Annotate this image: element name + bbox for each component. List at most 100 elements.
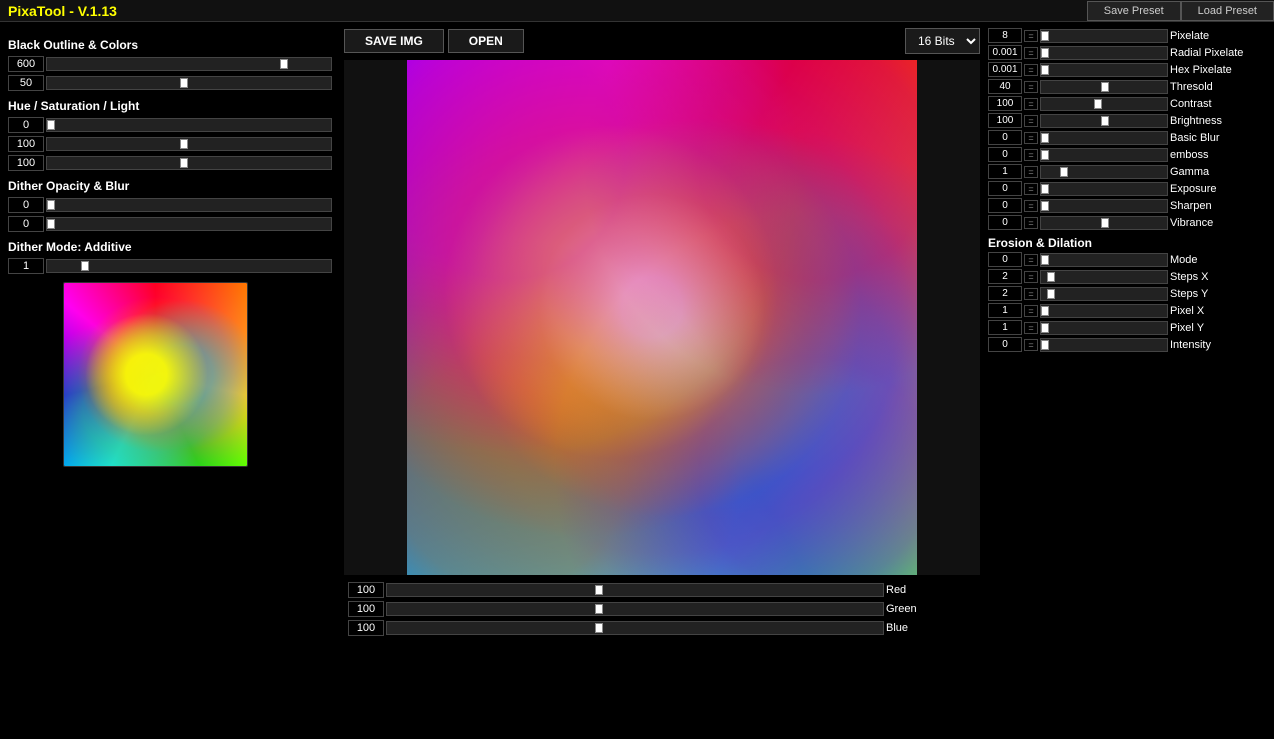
main-canvas-image [407,60,917,575]
green-track[interactable] [386,602,884,616]
erosion-label-0: Mode [1170,254,1270,266]
black-outline-track-1[interactable] [46,57,332,71]
hue-thumb [47,120,55,130]
erosion-sliders: =Mode=Steps X=Steps Y=Pixel X=Pixel Y=In… [988,252,1270,352]
effect-eq-8: = [1024,166,1038,178]
effect-slider-3: =Thresold [988,79,1270,94]
effect-val-10[interactable] [988,198,1022,213]
erosion-val-5[interactable] [988,337,1022,352]
effect-val-8[interactable] [988,164,1022,179]
green-slider-row: Green [348,601,976,617]
red-track[interactable] [386,583,884,597]
effect-label-0: Pixelate [1170,30,1270,42]
hue-track[interactable] [46,118,332,132]
erosion-thumb-4 [1041,323,1049,333]
dither-blur-track[interactable] [46,217,332,231]
erosion-track-2[interactable] [1040,287,1168,301]
effect-val-0[interactable] [988,28,1022,43]
effect-label-6: Basic Blur [1170,132,1270,144]
save-preset-button[interactable]: Save Preset [1087,1,1181,21]
erosion-track-1[interactable] [1040,270,1168,284]
red-slider-row: Red [348,582,976,598]
load-preset-button[interactable]: Load Preset [1181,1,1274,21]
effect-thumb-4 [1094,99,1102,109]
erosion-label-4: Pixel Y [1170,322,1270,334]
effect-label-5: Brightness [1170,115,1270,127]
effect-val-9[interactable] [988,181,1022,196]
bit-depth-select[interactable]: 8 Bits 16 Bits 32 Bits [905,28,980,54]
dither-opacity-track[interactable] [46,198,332,212]
effect-track-5[interactable] [1040,114,1168,128]
dither-sliders [8,197,332,232]
erosion-slider-3: =Pixel X [988,303,1270,318]
erosion-track-5[interactable] [1040,338,1168,352]
effect-track-4[interactable] [1040,97,1168,111]
light-track[interactable] [46,156,332,170]
effect-thumb-3 [1101,82,1109,92]
sat-val[interactable] [8,136,44,152]
effect-slider-8: =Gamma [988,164,1270,179]
effect-track-10[interactable] [1040,199,1168,213]
black-outline-track-2[interactable] [46,76,332,90]
effect-thumb-7 [1041,150,1049,160]
effect-val-1[interactable] [988,45,1022,60]
effect-track-6[interactable] [1040,131,1168,145]
erosion-val-3[interactable] [988,303,1022,318]
black-outline-val-1[interactable] [8,56,44,72]
effect-track-7[interactable] [1040,148,1168,162]
erosion-val-0[interactable] [988,252,1022,267]
erosion-track-4[interactable] [1040,321,1168,335]
effect-track-3[interactable] [1040,80,1168,94]
black-outline-val-2[interactable] [8,75,44,91]
red-val[interactable] [348,582,384,598]
canvas-area [344,60,980,575]
erosion-val-4[interactable] [988,320,1022,335]
thumbnail-image [64,283,247,466]
black-outline-section-label: Black Outline & Colors [8,38,332,52]
effect-val-5[interactable] [988,113,1022,128]
open-button[interactable]: OPEN [448,29,524,53]
erosion-val-1[interactable] [988,269,1022,284]
effect-val-4[interactable] [988,96,1022,111]
effect-track-0[interactable] [1040,29,1168,43]
effect-slider-4: =Contrast [988,96,1270,111]
effect-track-1[interactable] [1040,46,1168,60]
green-val[interactable] [348,601,384,617]
effect-eq-2: = [1024,64,1038,76]
effect-slider-10: =Sharpen [988,198,1270,213]
erosion-track-0[interactable] [1040,253,1168,267]
sat-track[interactable] [46,137,332,151]
hue-sat-sliders [8,117,332,171]
light-val[interactable] [8,155,44,171]
effect-track-11[interactable] [1040,216,1168,230]
erosion-eq-3: = [1024,305,1038,317]
effect-track-8[interactable] [1040,165,1168,179]
effect-track-2[interactable] [1040,63,1168,77]
top-bar: PixaTool - V.1.13 Save Preset Load Prese… [0,0,1274,22]
blue-track[interactable] [386,621,884,635]
save-img-button[interactable]: SAVE IMG [344,29,444,53]
effect-val-6[interactable] [988,130,1022,145]
dither-opacity-val[interactable] [8,197,44,213]
effect-val-11[interactable] [988,215,1022,230]
effect-val-3[interactable] [988,79,1022,94]
dither-mode-val[interactable] [8,258,44,274]
dither-mode-track[interactable] [46,259,332,273]
effect-label-1: Radial Pixelate [1170,47,1270,59]
erosion-slider-1: =Steps X [988,269,1270,284]
dither-blur-val[interactable] [8,216,44,232]
effect-slider-1: =Radial Pixelate [988,45,1270,60]
effect-track-9[interactable] [1040,182,1168,196]
erosion-thumb-2 [1047,289,1055,299]
sat-thumb [180,139,188,149]
effect-thumb-5 [1101,116,1109,126]
blue-val[interactable] [348,620,384,636]
hue-val[interactable] [8,117,44,133]
effect-thumb-11 [1101,218,1109,228]
effect-val-7[interactable] [988,147,1022,162]
black-outline-thumb-1 [280,59,288,69]
effect-val-2[interactable] [988,62,1022,77]
erosion-val-2[interactable] [988,286,1022,301]
erosion-track-3[interactable] [1040,304,1168,318]
dither-opacity-thumb [47,200,55,210]
